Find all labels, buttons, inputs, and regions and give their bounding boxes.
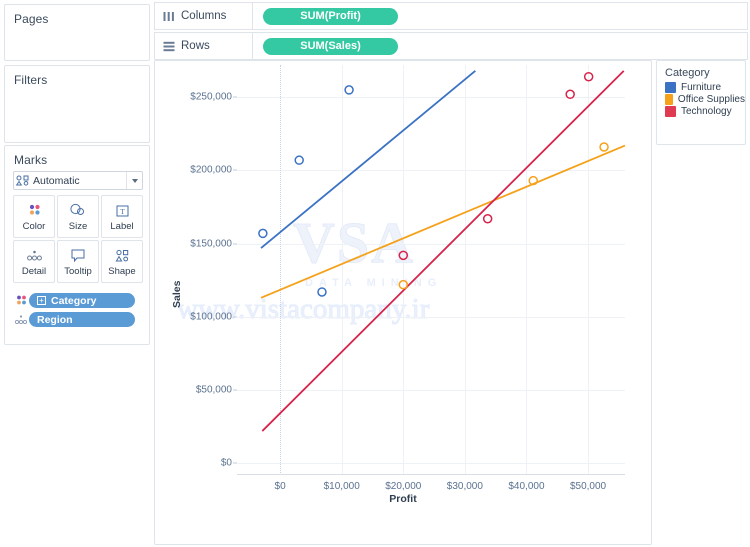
- x-axis-tick-label: $50,000: [569, 481, 607, 492]
- left-side-panel: Pages Filters Marks Automatic Color Size…: [4, 2, 150, 545]
- x-axis-title: Profit: [389, 493, 417, 505]
- marks-tooltip-button[interactable]: Tooltip: [57, 240, 99, 283]
- rows-icon: [162, 41, 176, 52]
- legend-item-office-supplies[interactable]: Office Supplies: [657, 94, 745, 106]
- legend-item-furniture[interactable]: Furniture: [657, 82, 745, 94]
- svg-text:T: T: [120, 206, 125, 215]
- marks-pill-category[interactable]: + Category: [29, 293, 135, 308]
- rows-shelf-label-box: Rows: [155, 33, 253, 59]
- chart-marks-layer: [258, 70, 626, 432]
- data-point-furniture[interactable]: [294, 155, 304, 165]
- y-axis-tick-label: $150,000: [190, 238, 232, 250]
- data-point-office-supplies[interactable]: [599, 142, 609, 152]
- mark-type-dropdown[interactable]: Automatic: [13, 171, 143, 190]
- trend-line-technology: [261, 70, 625, 432]
- rows-pill-label: SUM(Sales): [300, 40, 361, 52]
- data-point-furniture[interactable]: [317, 287, 327, 297]
- rows-shelf-label: Rows: [181, 40, 210, 52]
- rows-pill-sum-sales[interactable]: SUM(Sales): [263, 37, 398, 55]
- legend-color-swatch: [665, 94, 673, 105]
- marks-card: Marks Automatic Color Size T Label Detai…: [4, 145, 150, 345]
- y-axis-tick-label: $200,000: [190, 164, 232, 176]
- y-axis-tick-label: $0: [220, 457, 232, 469]
- marks-color-button[interactable]: Color: [13, 195, 55, 238]
- size-shapes-icon: [69, 201, 87, 220]
- color-dots-icon: [27, 201, 42, 220]
- y-axis-title: Sales: [171, 280, 183, 308]
- pages-card: Pages: [4, 4, 150, 61]
- columns-pill-sum-profit[interactable]: SUM(Profit): [263, 7, 398, 25]
- legend-item-label: Office Supplies: [677, 94, 745, 105]
- marks-color-label: Color: [22, 221, 46, 232]
- legend-item-label: Furniture: [681, 82, 722, 93]
- y-axis-tick-label: $250,000: [190, 91, 232, 103]
- marks-tooltip-label: Tooltip: [64, 266, 92, 277]
- marks-size-label: Size: [68, 221, 88, 232]
- marks-shape-label: Shape: [108, 266, 136, 277]
- marks-title: Marks: [14, 153, 48, 167]
- visualization-card: VSA DATA MINING www.vistacompany.ir Sale…: [154, 60, 652, 545]
- marks-pill-row-region: Region: [13, 312, 135, 327]
- marks-pill-row-category: + Category: [13, 293, 135, 308]
- x-axis-tick-label: $20,000: [385, 481, 422, 492]
- columns-shelf-label-box: Columns: [155, 3, 253, 29]
- marks-pill-category-label: Category: [51, 294, 97, 307]
- chevron-down-icon[interactable]: [126, 172, 142, 189]
- columns-icon: [162, 11, 176, 22]
- color-dots-icon: [13, 294, 29, 308]
- x-axis-tick-label: $30,000: [446, 481, 483, 492]
- data-point-technology[interactable]: [583, 71, 594, 82]
- marks-size-button[interactable]: Size: [57, 195, 99, 238]
- data-point-furniture[interactable]: [258, 228, 268, 239]
- x-axis-tick-label: $10,000: [323, 481, 360, 492]
- filters-title: Filters: [14, 73, 48, 87]
- label-text-icon: T: [115, 201, 130, 220]
- tableau-worksheet: Pages Filters Marks Automatic Color Size…: [0, 0, 750, 547]
- data-point-furniture[interactable]: [344, 85, 354, 95]
- expand-plus-icon[interactable]: +: [37, 296, 46, 305]
- marks-label-label: Label: [110, 221, 134, 232]
- marks-detail-label: Detail: [21, 266, 47, 277]
- y-axis-tick-label: $100,000: [190, 311, 232, 323]
- trend-line-office-supplies: [260, 144, 626, 299]
- detail-dots-icon: [26, 246, 43, 265]
- marks-buttons-grid: Color Size T Label Detail Tooltip Shape: [13, 195, 143, 283]
- marks-detail-button[interactable]: Detail: [13, 240, 55, 283]
- columns-shelf-label: Columns: [181, 10, 227, 22]
- legend-color-swatch: [665, 106, 676, 117]
- detail-dots-icon: [13, 313, 29, 327]
- marks-shape-button[interactable]: Shape: [101, 240, 143, 283]
- legend-item-technology[interactable]: Technology: [657, 106, 745, 118]
- marks-pill-region[interactable]: Region: [29, 312, 135, 327]
- scatter-plot-area: $0 $50,000 $100,000 $150,000 $200,000 $250,00…: [190, 65, 626, 492]
- x-axis-tick-label: $0: [274, 481, 286, 492]
- data-point-technology[interactable]: [398, 250, 409, 261]
- category-legend: Category Furniture Office Supplies Technol…: [656, 60, 746, 145]
- columns-pill-label: SUM(Profit): [300, 10, 361, 22]
- data-point-office-supplies[interactable]: [398, 279, 409, 290]
- marks-label-button[interactable]: T Label: [101, 195, 143, 238]
- legend-items: Furniture Office Supplies Technology: [657, 82, 745, 118]
- rows-shelf[interactable]: Rows SUM(Sales): [154, 32, 748, 60]
- pages-title: Pages: [14, 12, 49, 26]
- filters-card: Filters: [4, 65, 150, 143]
- legend-item-label: Technology: [681, 106, 732, 117]
- legend-title: Category: [665, 67, 710, 79]
- y-axis-tick-label: $50,000: [195, 384, 232, 396]
- data-point-technology[interactable]: [565, 89, 575, 100]
- x-axis-tick-label: $40,000: [508, 481, 545, 492]
- legend-color-swatch: [665, 82, 676, 93]
- tooltip-bubble-icon: [70, 246, 86, 265]
- shape-glyphs-icon: [14, 174, 30, 188]
- mark-type-label: Automatic: [33, 174, 80, 187]
- columns-shelf[interactable]: Columns SUM(Profit): [154, 2, 748, 30]
- shape-glyphs-icon: [115, 246, 130, 265]
- marks-pill-region-label: Region: [37, 313, 73, 326]
- data-point-technology[interactable]: [482, 214, 493, 224]
